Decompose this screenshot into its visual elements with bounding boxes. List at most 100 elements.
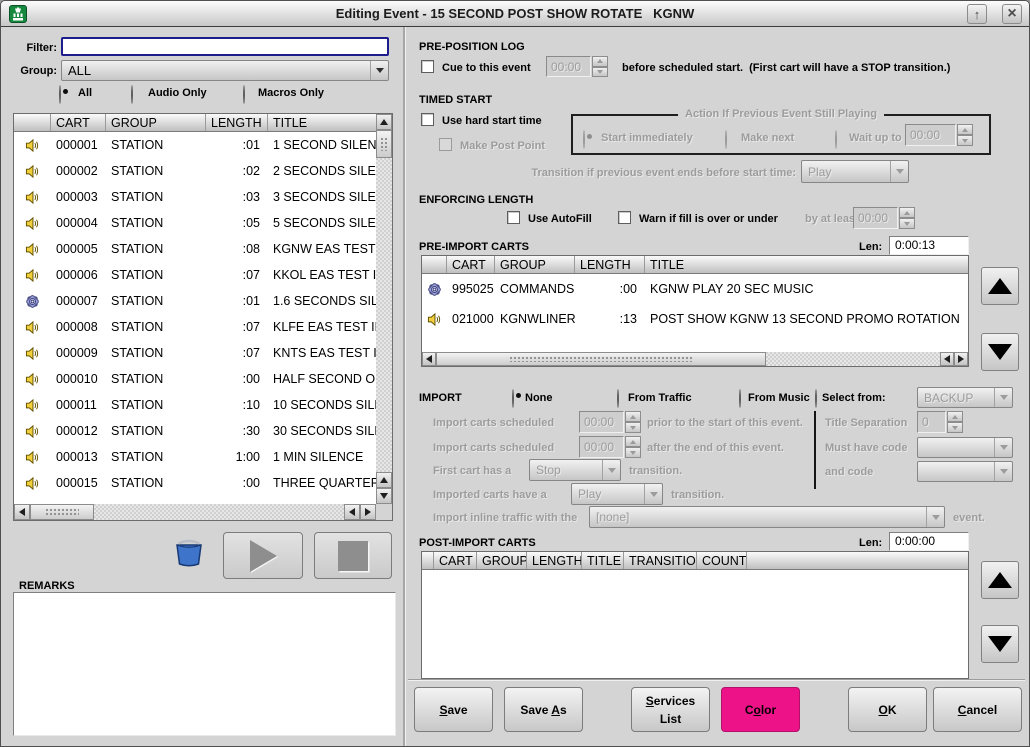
start-immediately-radio[interactable]: [583, 130, 585, 149]
spin-up-button[interactable]: [625, 436, 641, 447]
imported-carts-transition-select[interactable]: Play: [571, 483, 663, 505]
scope-radio-audio-only[interactable]: [131, 85, 133, 104]
bucket-icon[interactable]: [173, 535, 205, 569]
stop-button[interactable]: [314, 532, 392, 579]
cart-row[interactable]: 000010 STATION :00 HALF SECOND OF: [14, 366, 376, 392]
title-column-header[interactable]: TITLE: [645, 256, 968, 273]
scroll-left-button-2[interactable]: [344, 504, 360, 520]
pre-import-row[interactable]: 021000 KGNWLINERS :13 POST SHOW KGNW 13 …: [422, 304, 968, 334]
cue-offset-spinbox[interactable]: 00:00: [546, 56, 608, 77]
title-column-header[interactable]: TITLE: [582, 552, 624, 569]
pre-import-move-up-button[interactable]: [981, 267, 1019, 305]
import-from-traffic-radio[interactable]: [617, 389, 619, 408]
import-from-music-radio[interactable]: [739, 389, 741, 408]
scope-radio-all[interactable]: [59, 85, 61, 104]
cart-column-header[interactable]: CART: [434, 552, 477, 569]
warn-threshold-spinbox[interactable]: 00:00: [853, 207, 915, 229]
spin-down-button[interactable]: [957, 135, 973, 146]
horizontal-scroll-track[interactable]: [766, 352, 940, 366]
title-separation-spinbox[interactable]: 0: [917, 411, 963, 433]
length-column-header[interactable]: LENGTH: [206, 114, 268, 131]
wait-up-to-radio[interactable]: [835, 130, 837, 149]
cart-row[interactable]: 000009 STATION :07 KNTS EAS TEST II: [14, 340, 376, 366]
cart-row[interactable]: 000015 STATION :00 THREE QUARTER: [14, 470, 376, 496]
scroll-up-button-2[interactable]: [376, 472, 392, 488]
horizontal-scroll-thumb[interactable]: [436, 352, 766, 366]
cart-row[interactable]: 000004 STATION :05 5 SECONDS SILEI: [14, 210, 376, 236]
post-import-move-down-button[interactable]: [981, 625, 1019, 663]
spin-down-button[interactable]: [625, 447, 641, 458]
save-as-button[interactable]: Save As: [504, 687, 583, 732]
and-code-select[interactable]: [917, 461, 1013, 482]
make-next-radio[interactable]: [725, 130, 727, 149]
cart-row[interactable]: 000008 STATION :07 KLFE EAS TEST IN: [14, 314, 376, 340]
filter-input[interactable]: [61, 37, 389, 56]
sched-after-spinbox[interactable]: 00:00: [579, 436, 641, 458]
length-column-header[interactable]: LENGTH: [575, 256, 645, 273]
vertical-scroll-thumb[interactable]: [376, 130, 392, 158]
close-window-button[interactable]: ×: [1002, 4, 1022, 24]
shade-window-button[interactable]: ↑: [967, 4, 987, 24]
cue-to-event-checkbox[interactable]: [421, 60, 434, 73]
grace-transition-select[interactable]: Play: [801, 160, 909, 183]
color-button[interactable]: Color: [721, 687, 800, 732]
scroll-left-button-2[interactable]: [940, 352, 954, 366]
use-autofill-checkbox[interactable]: [507, 211, 520, 224]
make-post-point-checkbox[interactable]: [439, 138, 452, 151]
spin-up-button[interactable]: [957, 124, 973, 135]
cart-row[interactable]: 000003 STATION :03 3 SECONDS SILEI: [14, 184, 376, 210]
spin-down-button[interactable]: [592, 67, 608, 78]
cart-row[interactable]: 000013 STATION 1:00 1 MIN SILENCE: [14, 444, 376, 470]
scroll-left-button[interactable]: [14, 504, 30, 520]
spin-down-button[interactable]: [899, 218, 915, 229]
scroll-right-button[interactable]: [954, 352, 968, 366]
spin-up-button[interactable]: [625, 411, 641, 422]
length-column-header[interactable]: LENGTH: [527, 552, 582, 569]
import-none-radio[interactable]: [512, 389, 514, 408]
wait-time-spinbox[interactable]: 00:00: [905, 124, 973, 146]
cart-column-header[interactable]: CART: [447, 256, 495, 273]
transition-column-header[interactable]: TRANSITION: [624, 552, 697, 569]
group-column-header[interactable]: GROUP: [477, 552, 527, 569]
spin-down-button[interactable]: [947, 422, 963, 433]
cancel-button[interactable]: Cancel: [933, 687, 1022, 732]
sched-prior-spinbox[interactable]: 00:00: [579, 411, 641, 433]
group-column-header[interactable]: GROUP: [106, 114, 206, 131]
scope-radio-macros-only[interactable]: [243, 85, 245, 104]
pre-import-move-down-button[interactable]: [981, 333, 1019, 371]
horizontal-scroll-track[interactable]: [94, 504, 344, 520]
post-import-move-up-button[interactable]: [981, 561, 1019, 599]
cart-row[interactable]: 000005 STATION :08 KGNW EAS TEST: [14, 236, 376, 262]
cart-row[interactable]: 000007 STATION :01 1.6 SECONDS SIL: [14, 288, 376, 314]
play-button[interactable]: [223, 532, 303, 579]
save-button[interactable]: Save: [414, 687, 493, 732]
cart-row[interactable]: 000001 STATION :01 1 SECOND SILEN: [14, 132, 376, 158]
spin-up-button[interactable]: [947, 411, 963, 422]
group-select[interactable]: ALL: [61, 60, 389, 81]
hard-start-checkbox[interactable]: [421, 113, 434, 126]
title-column-header[interactable]: TITLE: [268, 114, 376, 131]
cart-row[interactable]: 000011 STATION :10 10 SECONDS SILE: [14, 392, 376, 418]
horizontal-scroll-thumb[interactable]: [30, 504, 94, 520]
group-column-header[interactable]: GROUP: [495, 256, 575, 273]
vertical-scroll-track[interactable]: [376, 158, 392, 472]
select-from-group-select[interactable]: BACKUP: [917, 387, 1013, 408]
cart-row[interactable]: 000006 STATION :07 KKOL EAS TEST I: [14, 262, 376, 288]
services-list-button[interactable]: Services List: [631, 687, 710, 732]
cart-column-header[interactable]: CART: [51, 114, 106, 131]
scroll-left-button[interactable]: [422, 352, 436, 366]
cart-row[interactable]: 000002 STATION :02 2 SECONDS SILEI: [14, 158, 376, 184]
import-select-from-radio[interactable]: [815, 389, 817, 408]
count-column-header[interactable]: COUNT: [697, 552, 747, 569]
must-have-code-select[interactable]: [917, 437, 1013, 458]
spin-up-button[interactable]: [899, 207, 915, 218]
inline-traffic-select[interactable]: [none]: [589, 506, 945, 528]
remarks-textarea[interactable]: [13, 592, 396, 736]
scroll-right-button[interactable]: [360, 504, 376, 520]
scroll-up-button[interactable]: [376, 114, 392, 130]
warn-fill-checkbox[interactable]: [618, 211, 631, 224]
scroll-down-button[interactable]: [376, 488, 392, 504]
ok-button[interactable]: OK: [848, 687, 927, 732]
cart-row[interactable]: 000012 STATION :30 30 SECONDS SILE: [14, 418, 376, 444]
pre-import-row[interactable]: 995025 COMMANDS :00 KGNW PLAY 20 SEC MUS…: [422, 274, 968, 304]
